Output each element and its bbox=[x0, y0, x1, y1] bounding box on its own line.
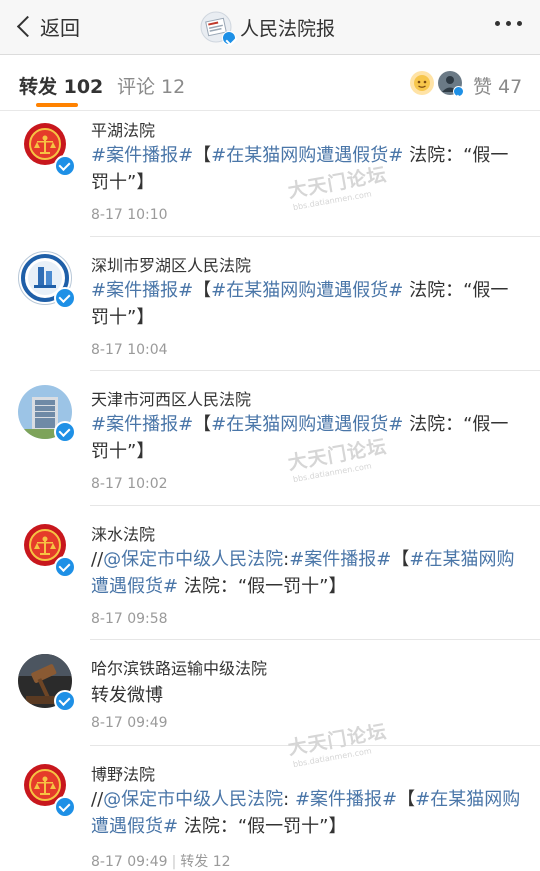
user-name[interactable]: 天津市河西区人民法院 bbox=[91, 386, 251, 410]
topic-link[interactable]: #在某猫网购遭遇假货# bbox=[211, 414, 403, 435]
repost-text: 转发微博 bbox=[91, 685, 163, 706]
text-span: 【 bbox=[397, 789, 416, 810]
text-span: 【 bbox=[193, 280, 212, 301]
user-avatar[interactable] bbox=[18, 760, 76, 818]
text-span: 法院：“假一罚十”】 bbox=[178, 816, 347, 837]
dot bbox=[517, 21, 522, 26]
verified-badge-icon bbox=[54, 421, 76, 443]
tab-likes[interactable]: 赞 47 bbox=[473, 72, 522, 99]
verified-badge-icon bbox=[222, 31, 236, 45]
top-navigation-bar: 返回 人民法院报 bbox=[0, 0, 540, 55]
verified-badge-icon bbox=[453, 86, 464, 97]
repost-text: #案件播报#【#在某猫网购遭遇假货# 法院：“假一罚十”】 bbox=[91, 142, 521, 196]
mention-link[interactable]: @保定市中级人民法院 bbox=[103, 549, 283, 570]
tab-reposts[interactable]: 转发 102 bbox=[19, 72, 103, 99]
repost-text: #案件播报#【#在某猫网购遭遇假货# 法院：“假一罚十”】 bbox=[91, 277, 521, 331]
text-span: : bbox=[283, 789, 295, 810]
verified-badge-icon bbox=[54, 287, 76, 309]
topic-link[interactable]: #在某猫网购遭遇假货# bbox=[211, 145, 403, 166]
back-label: 返回 bbox=[40, 15, 80, 40]
verified-badge-icon bbox=[54, 155, 76, 177]
chevron-left-icon bbox=[16, 15, 39, 37]
timestamp: 8-17 10:04 bbox=[91, 342, 168, 358]
timestamp: 8-17 09:49 | 转发 12 bbox=[91, 851, 231, 871]
user-avatar[interactable] bbox=[18, 654, 76, 712]
text-span: 【 bbox=[193, 414, 212, 435]
repost-item[interactable]: 天津市河西区人民法院 #案件播报#【#在某猫网购遭遇假货# 法院：“假一罚十”】… bbox=[0, 371, 540, 506]
tab-bar: 转发 102 评论 12 赞 47 bbox=[0, 55, 540, 111]
repost-text: #案件播报#【#在某猫网购遭遇假货# 法院：“假一罚十”】 bbox=[91, 411, 521, 465]
user-name[interactable]: 哈尔滨铁路运输中级法院 bbox=[91, 655, 267, 679]
repost-item[interactable]: 平湖法院 #案件播报#【#在某猫网购遭遇假货# 法院：“假一罚十”】 8-17 … bbox=[0, 111, 540, 237]
user-avatar[interactable] bbox=[18, 119, 76, 177]
user-name[interactable]: 深圳市罗湖区人民法院 bbox=[91, 252, 251, 276]
topic-link[interactable]: #案件播报# bbox=[91, 145, 193, 166]
verified-badge-icon bbox=[54, 556, 76, 578]
text-span: 【 bbox=[391, 549, 410, 570]
text-span: 法院：“假一罚十”】 bbox=[178, 576, 347, 597]
text-span: // bbox=[91, 789, 104, 810]
repost-item[interactable]: 哈尔滨铁路运输中级法院 转发微博 8-17 09:49 bbox=[0, 640, 540, 746]
user-avatar[interactable] bbox=[18, 520, 76, 578]
user-avatar[interactable] bbox=[18, 385, 76, 443]
timestamp: 8-17 10:10 bbox=[91, 207, 168, 223]
repost-count[interactable]: 转发 12 bbox=[180, 854, 230, 870]
user-name[interactable]: 平湖法院 bbox=[91, 117, 155, 141]
user-name[interactable]: 博野法院 bbox=[91, 761, 155, 785]
user-name[interactable]: 涞水法院 bbox=[91, 521, 155, 545]
topic-link[interactable]: #在某猫网购遭遇假货# bbox=[211, 280, 403, 301]
back-button[interactable]: 返回 bbox=[14, 11, 80, 41]
timestamp: 8-17 09:49 bbox=[91, 715, 168, 731]
repost-item[interactable]: 涞水法院 //@保定市中级人民法院:#案件播报#【#在某猫网购遭遇假货# 法院：… bbox=[0, 506, 540, 640]
text-span: // bbox=[91, 549, 104, 570]
liker-avatar bbox=[410, 71, 434, 95]
separator: | bbox=[171, 854, 177, 870]
page-title: 人民法院报 bbox=[240, 17, 336, 40]
repost-item[interactable]: 博野法院 //@保定市中级人民法院: #案件播报#【#在某猫网购遭遇假货# 法院… bbox=[0, 746, 540, 871]
verified-badge-icon bbox=[54, 796, 76, 818]
emoji-avatar-icon bbox=[410, 71, 434, 95]
user-avatar[interactable] bbox=[18, 251, 76, 309]
topic-link[interactable]: #案件播报# bbox=[91, 280, 193, 301]
timestamp: 8-17 10:02 bbox=[91, 476, 168, 492]
timestamp-text: 8-17 09:49 bbox=[91, 854, 168, 870]
tab-comments[interactable]: 评论 12 bbox=[117, 72, 185, 99]
account-header[interactable]: 人民法院报 bbox=[200, 10, 336, 45]
topic-link[interactable]: #案件播报# bbox=[289, 549, 391, 570]
more-dots-icon[interactable] bbox=[495, 21, 522, 26]
dot bbox=[506, 21, 511, 26]
mention-link[interactable]: @保定市中级人民法院 bbox=[103, 789, 283, 810]
repost-text: //@保定市中级人民法院: #案件播报#【#在某猫网购遭遇假货# 法院：“假一罚… bbox=[91, 786, 521, 840]
repost-text: //@保定市中级人民法院:#案件播报#【#在某猫网购遭遇假货# 法院：“假一罚十… bbox=[91, 546, 521, 600]
repost-item[interactable]: 深圳市罗湖区人民法院 #案件播报#【#在某猫网购遭遇假货# 法院：“假一罚十”】… bbox=[0, 237, 540, 371]
text-span: 【 bbox=[193, 145, 212, 166]
newspaper-avatar bbox=[200, 11, 236, 45]
liker-avatars[interactable] bbox=[410, 71, 464, 97]
topic-link[interactable]: #案件播报# bbox=[295, 789, 397, 810]
liker-avatar bbox=[438, 71, 464, 97]
topic-link[interactable]: #案件播报# bbox=[91, 414, 193, 435]
timestamp: 8-17 09:58 bbox=[91, 611, 168, 627]
active-tab-indicator bbox=[36, 103, 78, 107]
verified-badge-icon bbox=[54, 690, 76, 712]
dot bbox=[495, 21, 500, 26]
